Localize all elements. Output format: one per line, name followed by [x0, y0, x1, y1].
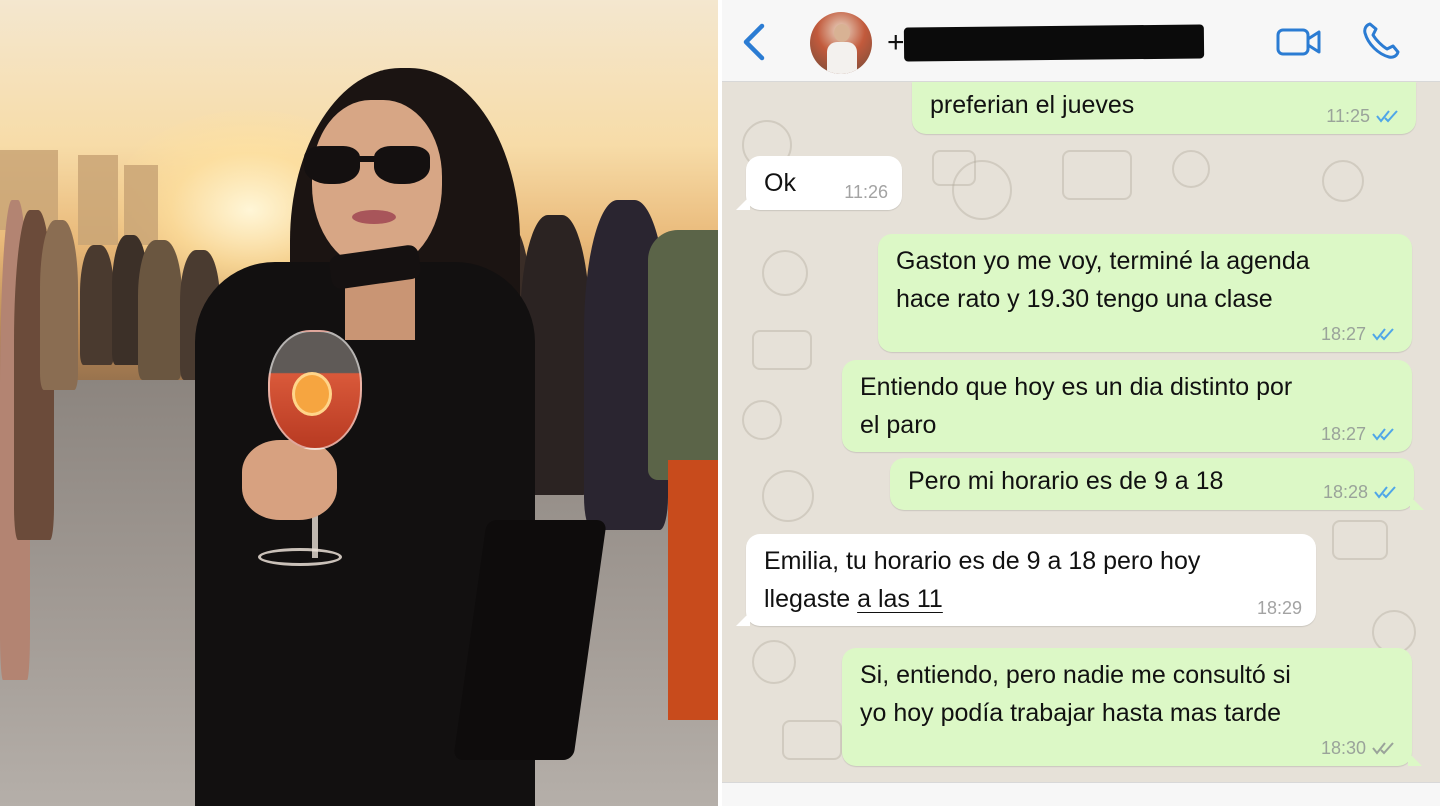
message-meta: 18:27: [1321, 424, 1398, 444]
crowd-person: [80, 245, 114, 365]
contact-name[interactable]: +: [887, 28, 905, 58]
wine-glass-base: [258, 548, 342, 566]
message-meta: 11:25: [1326, 106, 1402, 126]
crowd-person: [40, 220, 78, 390]
message-incoming[interactable]: Emilia, tu horario es de 9 a 18 pero hoy…: [736, 534, 1316, 626]
wallpaper-doodle: [752, 640, 796, 684]
wallpaper-doodle: [1332, 520, 1388, 560]
double-check-icon: [1372, 742, 1394, 755]
message-meta: 18:29: [1257, 598, 1302, 618]
message-time: 11:26: [844, 182, 888, 202]
message-text: Entiendo que hoy es un dia distinto por …: [860, 373, 1293, 439]
message-outgoing[interactable]: Si, entiendo, pero nadie me consultó si …: [842, 648, 1422, 766]
background-building: [78, 155, 118, 245]
message-outgoing[interactable]: preferian el jueves 11:25: [912, 82, 1416, 134]
crowd-person: [138, 240, 182, 380]
wallpaper-doodle: [952, 160, 1012, 220]
message-time: 18:30: [1320, 738, 1366, 758]
woman-lips: [352, 210, 396, 224]
wallpaper-doodle: [752, 330, 812, 370]
sunglasses: [304, 146, 430, 186]
redacted-phone-number: [903, 24, 1205, 62]
chat-header: +: [722, 0, 1440, 82]
wallpaper-doodle: [1172, 150, 1210, 188]
wallpaper-doodle: [762, 250, 808, 296]
message-time: 18:27: [1320, 324, 1366, 344]
wallpaper-doodle: [1322, 160, 1364, 202]
message-text: Si, entiendo, pero nadie me consultó si …: [860, 661, 1291, 727]
back-button[interactable]: [736, 20, 772, 64]
message-text-line: llegaste a las 11: [764, 580, 1300, 618]
video-camera-icon: [1276, 28, 1321, 56]
crowd-person-pants: [668, 460, 718, 720]
message-time: 11:25: [1326, 106, 1370, 126]
message-outgoing[interactable]: Entiendo que hoy es un dia distinto por …: [842, 360, 1412, 452]
chat-screen: + preferian el jueves 11:25 Ok 11:26 Gas: [722, 0, 1440, 806]
phone-icon: [1363, 22, 1400, 59]
message-time: 18:27: [1320, 424, 1366, 444]
message-text-fragment: llegaste: [764, 585, 858, 613]
wallpaper-doodle: [782, 720, 842, 760]
message-text-line: Emilia, tu horario es de 9 a 18 pero hoy: [764, 547, 1201, 575]
double-check-icon: [1372, 428, 1394, 441]
message-meta: 18:28: [1323, 482, 1400, 502]
double-check-icon: [1376, 110, 1398, 123]
chevron-left-icon: [743, 23, 765, 61]
message-outgoing[interactable]: Gaston yo me voy, terminé la agenda hace…: [878, 234, 1412, 352]
contact-avatar[interactable]: [810, 12, 872, 74]
message-time: 18:29: [1256, 598, 1302, 618]
message-input-bar[interactable]: [722, 782, 1440, 806]
message-meta: 11:26: [844, 182, 888, 202]
message-text: Gaston yo me voy, terminé la agenda hace…: [896, 247, 1310, 313]
double-check-icon: [1374, 486, 1396, 499]
message-incoming[interactable]: Ok 11:26: [736, 156, 902, 210]
video-call-button[interactable]: [1276, 26, 1322, 58]
message-text-underlined: a las 11: [857, 585, 943, 613]
message-outgoing[interactable]: Pero mi horario es de 9 a 18 18:28: [890, 458, 1424, 510]
message-meta: 18:27: [1321, 324, 1398, 344]
message-meta: 18:30: [1321, 738, 1398, 758]
wallpaper-doodle: [762, 470, 814, 522]
crowd-person-jacket: [648, 230, 718, 480]
background-building: [124, 165, 158, 245]
wallpaper-doodle: [742, 400, 782, 440]
voice-call-button[interactable]: [1360, 20, 1402, 62]
woman-hand: [242, 440, 337, 520]
message-time: 18:28: [1322, 482, 1368, 502]
double-check-icon: [1372, 328, 1394, 341]
event-photo: [0, 0, 718, 806]
orange-slice: [292, 372, 332, 416]
wallpaper-doodle: [1062, 150, 1132, 200]
